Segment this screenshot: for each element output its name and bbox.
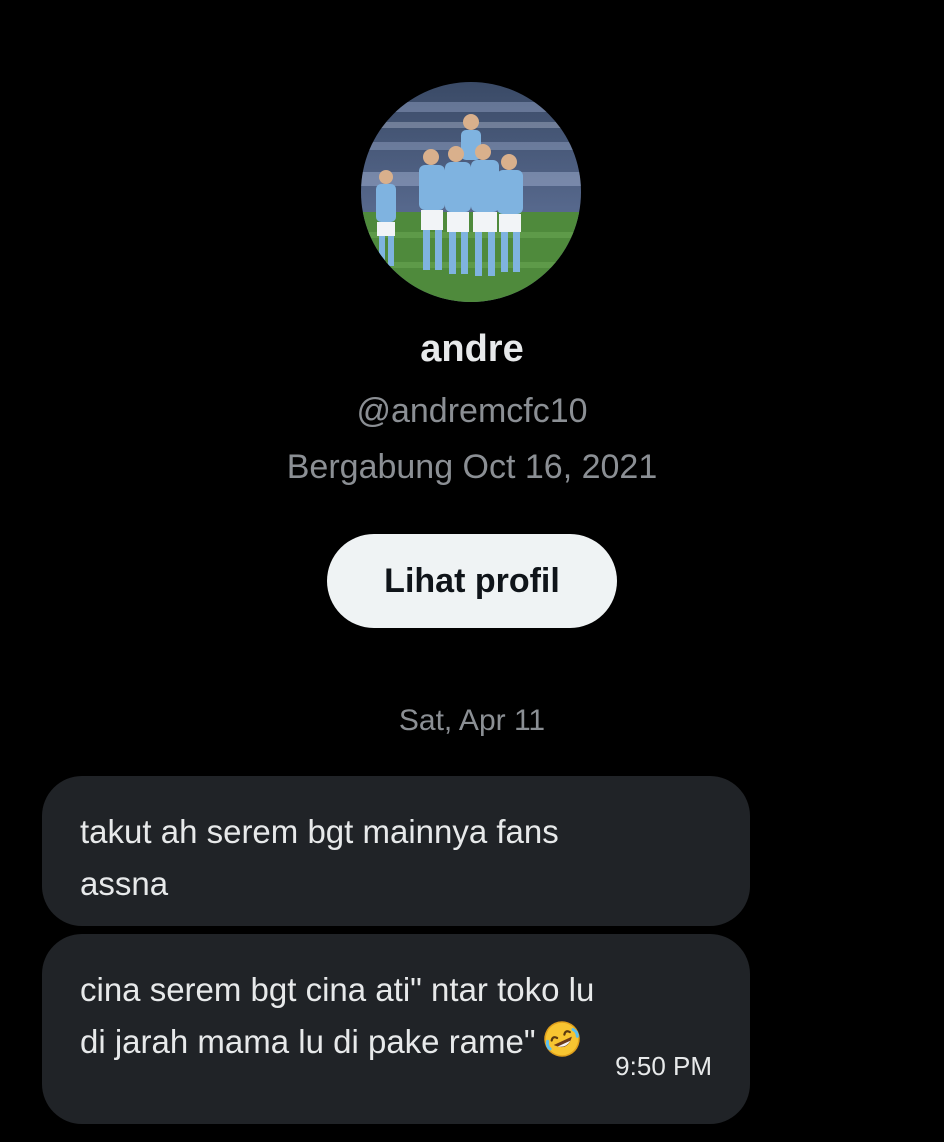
message-timestamp: 9:50 PM [615,1051,712,1081]
message-bubble[interactable]: cina serem bgt cina ati" ntar toko lu di… [42,934,750,1124]
message-bubble[interactable]: takut ah serem bgt mainnya fans assna [42,776,750,926]
profile-username: @andremcfc10 [356,392,588,430]
rolling-on-floor-laughing-emoji-icon [542,1019,582,1059]
profile-joined-date: Bergabung Oct 16, 2021 [286,448,658,486]
view-profile-button[interactable]: Lihat profil [327,534,617,628]
message-text: takut ah serem bgt mainnya fans assna [80,813,559,902]
profile-avatar[interactable] [361,82,581,302]
date-separator: Sat, Apr 11 [398,704,546,737]
message-text: cina serem bgt cina ati" ntar toko lu di… [80,971,595,1060]
profile-display-name: andre [420,328,524,370]
avatar-image-team-celebration [361,82,581,302]
